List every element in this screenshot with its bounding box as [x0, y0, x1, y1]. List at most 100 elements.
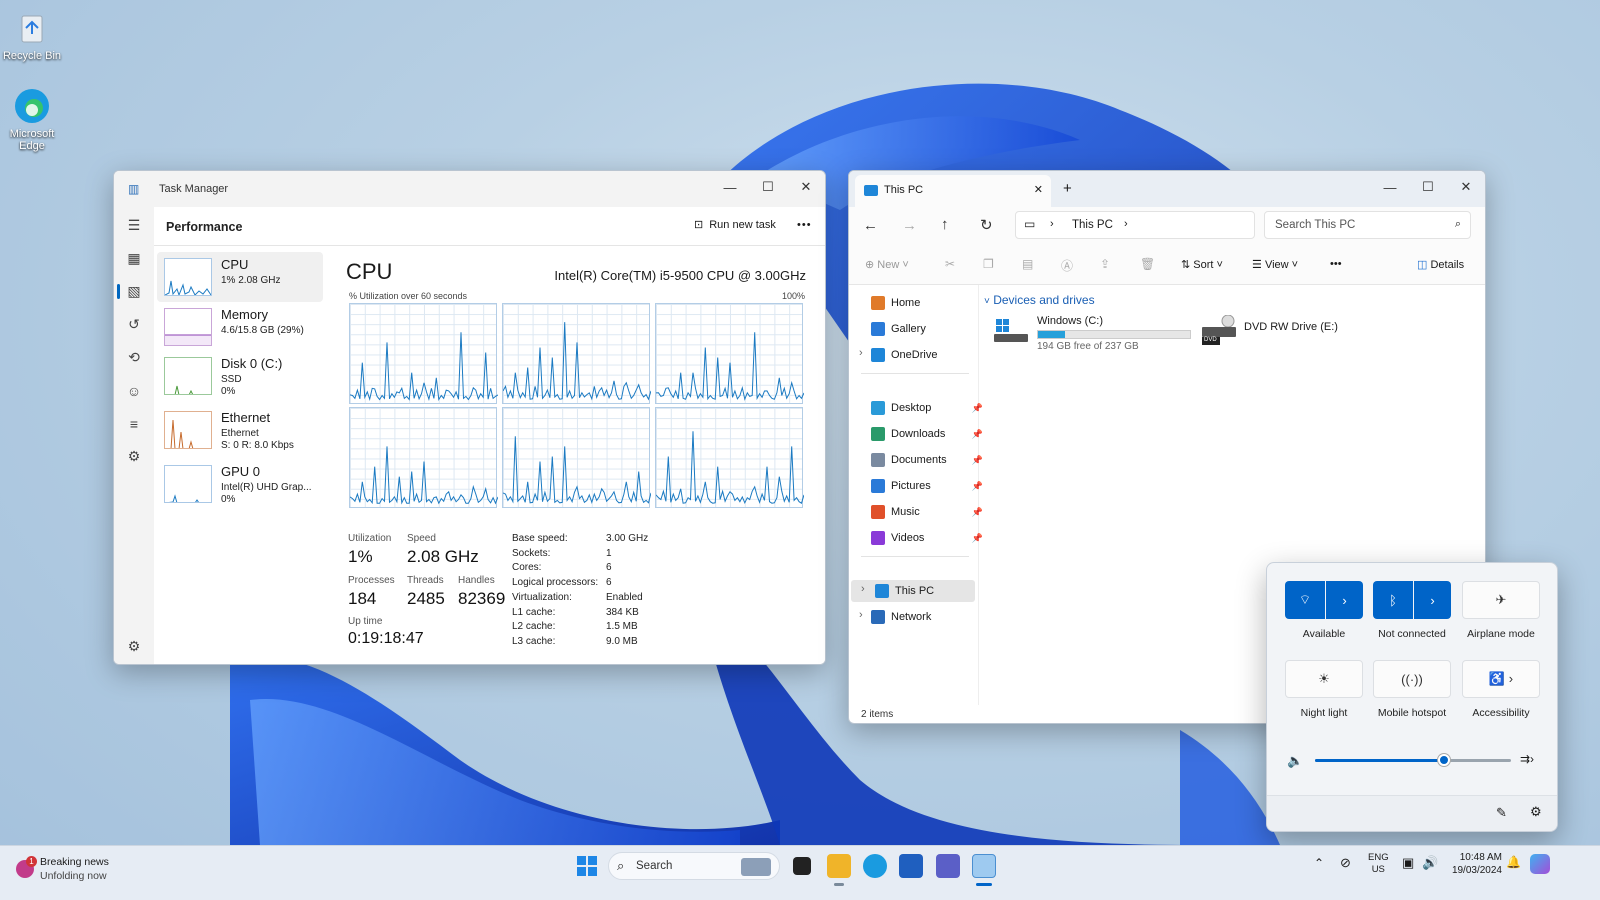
- nav-item-music[interactable]: Music 📌: [871, 501, 991, 523]
- performance-icon[interactable]: ▧: [114, 275, 154, 308]
- nav-item-documents[interactable]: Documents 📌: [871, 449, 991, 471]
- audio-output-icon[interactable]: ⇉›: [1520, 752, 1534, 766]
- nav-item-desktop[interactable]: Desktop 📌: [871, 397, 991, 419]
- see-more-button[interactable]: •••: [1330, 258, 1342, 270]
- more-options-button[interactable]: •••: [797, 219, 812, 231]
- nav-item-network[interactable]: Network ›: [859, 606, 991, 628]
- nav-item-home[interactable]: Home: [871, 292, 991, 314]
- copilot-icon[interactable]: [1530, 854, 1550, 874]
- processes-icon[interactable]: ▦: [114, 242, 154, 275]
- taskbar-search-label: Search: [636, 860, 673, 872]
- forward-icon[interactable]: →: [902, 217, 917, 234]
- settings-gear-icon[interactable]: ⚙: [1530, 804, 1542, 820]
- mobile-hotspot-toggle[interactable]: ((·)): [1373, 660, 1451, 698]
- delete-icon[interactable]: 🗑: [1140, 257, 1155, 271]
- minimize-button[interactable]: —: [1371, 171, 1409, 203]
- speaker-icon[interactable]: 🔈: [1287, 753, 1303, 769]
- details-button[interactable]: ◫ Details: [1417, 258, 1464, 271]
- drive-e[interactable]: DVD DVD RW Drive (E:): [1202, 313, 1362, 353]
- close-button[interactable]: ✕: [787, 171, 825, 203]
- new-button[interactable]: ⊕ New ˅: [865, 258, 909, 271]
- group-header[interactable]: ˅ Devices and drives: [984, 293, 1095, 307]
- nav-item-downloads[interactable]: Downloads 📌: [871, 423, 991, 445]
- users-icon[interactable]: ☺: [114, 374, 154, 407]
- chevron-right-icon[interactable]: ›: [861, 583, 865, 595]
- input-language[interactable]: ENG US: [1368, 852, 1389, 876]
- refresh-icon[interactable]: ↻: [980, 216, 993, 234]
- task-manager-taskbar-icon[interactable]: [972, 854, 996, 878]
- nav-item-onedrive[interactable]: OneDrive ›: [859, 344, 991, 366]
- accessibility-button[interactable]: ♿ ›: [1462, 660, 1540, 698]
- notification-bell-icon[interactable]: 🔔: [1506, 855, 1521, 869]
- task-view-icon[interactable]: [793, 857, 811, 875]
- gpu-thumbnail: [164, 465, 212, 503]
- app-history-icon[interactable]: ↺: [114, 308, 154, 341]
- teams-icon[interactable]: [936, 854, 960, 878]
- close-button[interactable]: ✕: [1447, 171, 1485, 203]
- dvd-drive-icon: DVD: [1202, 314, 1236, 345]
- nav-item-gallery[interactable]: Gallery: [871, 318, 991, 340]
- airplane-mode-toggle[interactable]: ✈: [1462, 581, 1540, 619]
- start-button[interactable]: [575, 854, 599, 878]
- resource-item-ethernet[interactable]: Ethernet Ethernet S: 0 R: 8.0 Kbps: [157, 405, 323, 455]
- clock[interactable]: 10:48 AM 19/03/2024: [1450, 851, 1502, 877]
- file-explorer-icon[interactable]: [827, 854, 851, 878]
- sort-button[interactable]: ⇅ Sort ˅: [1181, 258, 1223, 271]
- hamburger-menu-icon[interactable]: ☰: [114, 209, 154, 242]
- minimize-button[interactable]: —: [711, 171, 749, 203]
- explorer-tab[interactable]: This PC ✕: [855, 175, 1051, 207]
- address-bar[interactable]: ▭ › This PC ›: [1015, 211, 1255, 239]
- bluetooth-expand-button[interactable]: ›: [1414, 581, 1451, 619]
- volume-icon[interactable]: 🔊: [1422, 855, 1438, 871]
- run-new-task-button[interactable]: ⊡ Run new task: [694, 218, 776, 232]
- view-button[interactable]: ☰ View ˅: [1252, 258, 1298, 271]
- paste-icon[interactable]: ▤: [1022, 257, 1033, 271]
- nav-item-pictures[interactable]: Pictures 📌: [871, 475, 991, 497]
- settings-icon[interactable]: ⚙: [114, 630, 154, 663]
- cut-icon[interactable]: ✂: [945, 257, 955, 271]
- new-tab-button[interactable]: +: [1063, 180, 1072, 197]
- chevron-right-icon[interactable]: ›: [859, 609, 863, 621]
- nav-item-this-pc[interactable]: This PC ›: [851, 580, 975, 602]
- close-tab-icon[interactable]: ✕: [1034, 183, 1043, 196]
- chevron-up-icon[interactable]: ⌃: [1314, 856, 1324, 870]
- search-input[interactable]: Search This PC ⌕: [1264, 211, 1471, 239]
- bluetooth-toggle[interactable]: ᛒ: [1373, 581, 1413, 619]
- startup-apps-icon[interactable]: ⟲: [114, 341, 154, 374]
- task-manager-titlebar[interactable]: ▥ Task Manager — ☐ ✕: [114, 171, 825, 207]
- news-widget[interactable]: 1 Breaking news Unfolding now: [14, 852, 124, 892]
- network-off-icon[interactable]: ⊘: [1340, 855, 1351, 871]
- cpu-heading: CPU: [346, 259, 393, 284]
- network-icon[interactable]: ▣: [1402, 855, 1414, 871]
- wifi-toggle[interactable]: ⌔: [1285, 581, 1325, 619]
- resource-item-disk[interactable]: Disk 0 (C:) SSD 0%: [157, 351, 323, 401]
- nav-item-videos[interactable]: Videos 📌: [871, 527, 991, 549]
- this-pc-tab-icon: [864, 185, 878, 196]
- explorer-titlebar[interactable]: This PC ✕ + — ☐ ✕: [849, 171, 1485, 207]
- chevron-right-icon[interactable]: ›: [859, 347, 863, 359]
- resource-item-gpu[interactable]: GPU 0 Intel(R) UHD Grap... 0%: [157, 459, 323, 509]
- desktop-icon-recycle-bin[interactable]: Recycle Bin: [0, 8, 64, 62]
- rename-icon[interactable]: Ⓐ: [1061, 257, 1073, 274]
- share-icon[interactable]: ⇪: [1100, 257, 1110, 271]
- edit-pencil-icon[interactable]: ✎: [1496, 805, 1507, 821]
- resource-item-memory[interactable]: Memory 4.6/15.8 GB (29%): [157, 302, 323, 352]
- desktop-icon-edge[interactable]: Microsoft Edge: [0, 86, 64, 152]
- details-icon[interactable]: ≡: [114, 407, 154, 440]
- back-icon[interactable]: ←: [863, 217, 878, 234]
- volume-slider[interactable]: [1315, 754, 1511, 766]
- drive-c[interactable]: Windows (C:) 194 GB free of 237 GB: [994, 313, 1194, 353]
- store-icon[interactable]: [899, 854, 923, 878]
- volume-thumb[interactable]: [1438, 754, 1451, 766]
- maximize-button[interactable]: ☐: [749, 171, 787, 203]
- copy-icon[interactable]: ❐: [983, 257, 994, 271]
- resource-item-cpu[interactable]: CPU 1% 2.08 GHz: [157, 252, 323, 302]
- resource-sub-2: 0%: [221, 386, 236, 397]
- taskbar-search[interactable]: ⌕ Search: [608, 852, 780, 880]
- wifi-expand-button[interactable]: ›: [1326, 581, 1363, 619]
- maximize-button[interactable]: ☐: [1409, 171, 1447, 203]
- services-icon[interactable]: ⚙: [114, 440, 154, 473]
- edge-taskbar-icon[interactable]: [863, 854, 887, 878]
- up-icon[interactable]: ↑: [941, 216, 949, 233]
- night-light-toggle[interactable]: ☀: [1285, 660, 1363, 698]
